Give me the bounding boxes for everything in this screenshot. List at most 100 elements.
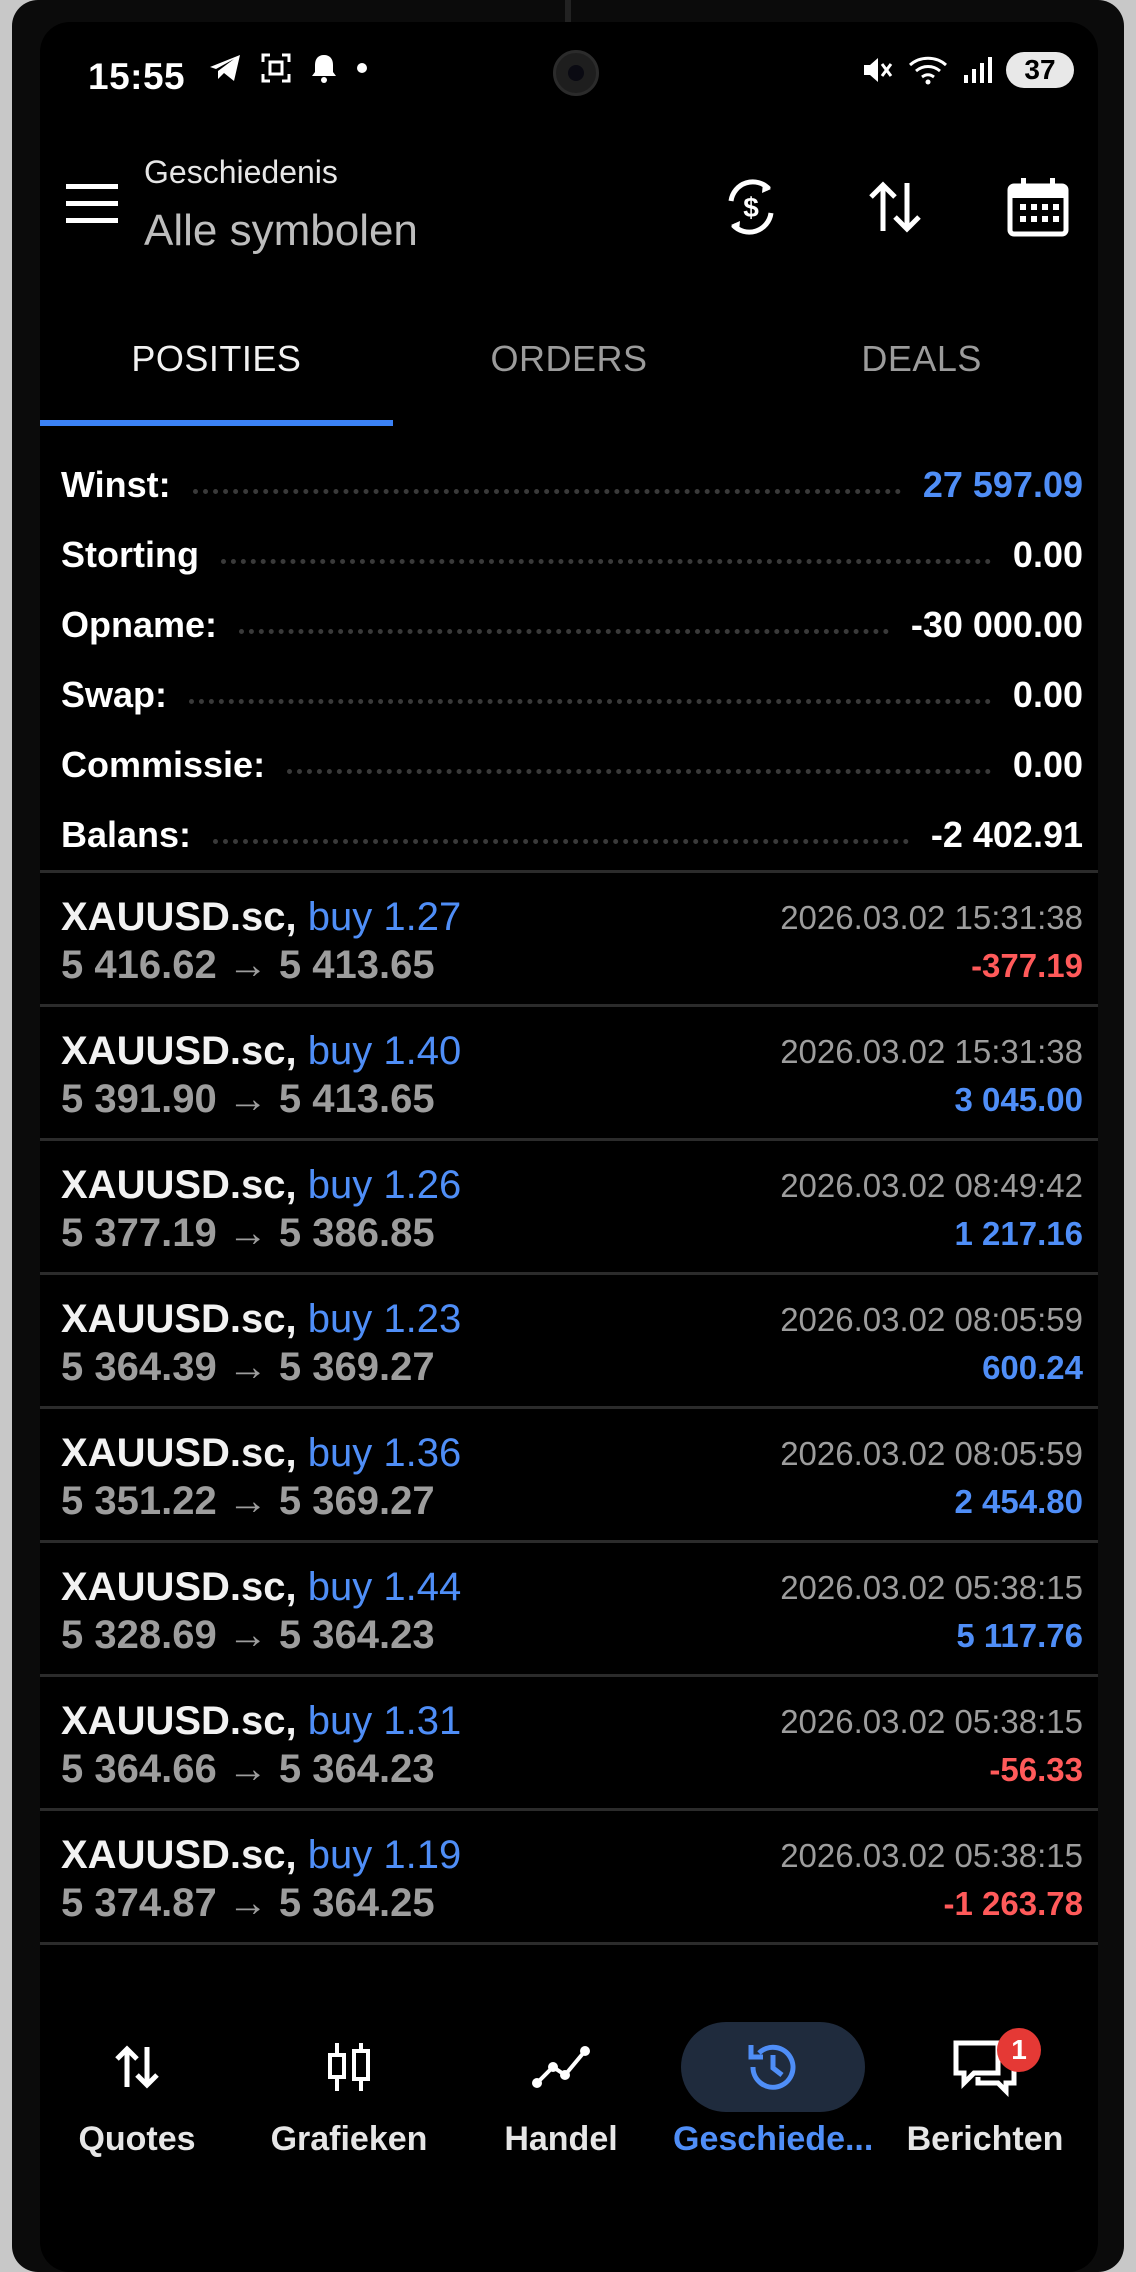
menu-icon[interactable] xyxy=(64,182,120,226)
dotted-leader xyxy=(213,838,909,844)
position-profit: 2 454.80 xyxy=(954,1483,1083,1520)
position-time: 2026.03.02 08:49:42 xyxy=(780,1167,1083,1204)
position-row[interactable]: XAUUSD.sc, buy 1.36 5 351.22 → 5 369.27 … xyxy=(40,1406,1098,1540)
summary-label: Swap: xyxy=(61,674,168,715)
calendar-icon xyxy=(1007,178,1069,237)
summary-value: 27 597.09 xyxy=(922,464,1083,505)
phone-frame: 15:55 37 Geschiedenis Alle symbolen $ PO… xyxy=(12,0,1124,2272)
position-row[interactable]: XAUUSD.sc, buy 1.40 5 391.90 → 5 413.65 … xyxy=(40,1004,1098,1138)
position-row-partial[interactable] xyxy=(40,1942,1098,1972)
dotted-leader xyxy=(189,698,991,704)
nav-label: Berichten xyxy=(906,2120,1064,2158)
signal-icon xyxy=(964,57,992,83)
bottom-navigation: Quotes Grafieken Handel Geschiede... 1 B… xyxy=(40,2012,1098,2212)
charts-icon xyxy=(328,2043,370,2091)
position-symbol: XAUUSD.sc, buy 1.40 xyxy=(61,1029,461,1074)
position-prices: 5 391.90 → 5 413.65 xyxy=(61,1077,435,1121)
active-nav-pill xyxy=(681,2022,865,2112)
telegram-icon xyxy=(210,55,240,81)
position-prices: 5 364.66 → 5 364.23 xyxy=(61,1747,435,1791)
position-prices: 5 374.87 → 5 364.25 xyxy=(61,1881,435,1925)
symbol-name: XAUUSD.sc, xyxy=(61,1833,297,1877)
symbol-name: XAUUSD.sc, xyxy=(61,1431,297,1475)
nav-trade[interactable]: Handel xyxy=(461,2022,661,2159)
nav-messages[interactable]: 1 Berichten xyxy=(885,2022,1085,2159)
position-action: buy 1.26 xyxy=(307,1163,462,1207)
position-symbol: XAUUSD.sc, buy 1.26 xyxy=(61,1163,461,1208)
position-time: 2026.03.02 05:38:15 xyxy=(780,1703,1083,1740)
position-symbol: XAUUSD.sc, buy 1.36 xyxy=(61,1431,461,1476)
position-row[interactable]: XAUUSD.sc, buy 1.27 5 416.62 → 5 413.65 … xyxy=(40,870,1098,1004)
position-time: 2026.03.02 15:31:38 xyxy=(780,1033,1083,1070)
wifi-icon xyxy=(908,56,948,85)
currency-refresh-button[interactable]: $ xyxy=(716,172,786,242)
position-time: 2026.03.02 05:38:15 xyxy=(780,1569,1083,1606)
position-symbol: XAUUSD.sc, buy 1.23 xyxy=(61,1297,461,1342)
svg-text:$: $ xyxy=(743,192,759,223)
position-profit: 600.24 xyxy=(982,1349,1083,1386)
tab-orders[interactable]: ORDERS xyxy=(393,322,746,426)
symbol-name: XAUUSD.sc, xyxy=(61,1297,297,1341)
summary-row-profit: Winst: 27 597.09 xyxy=(40,450,1098,520)
antenna-line xyxy=(565,0,571,24)
currency-refresh-icon: $ xyxy=(728,179,774,235)
summary-row-swap: Swap: 0.00 xyxy=(40,660,1098,730)
nav-messages-icon-wrap: 1 xyxy=(885,2022,1085,2112)
nav-quotes[interactable]: Quotes xyxy=(40,2022,237,2159)
summary-label: Storting xyxy=(61,534,199,575)
tab-deals[interactable]: DEALS xyxy=(745,322,1098,426)
position-symbol: XAUUSD.sc, buy 1.44 xyxy=(61,1565,461,1610)
summary-value: 0.00 xyxy=(1012,674,1083,715)
summary-label: Commissie: xyxy=(61,744,266,785)
position-profit: -377.19 xyxy=(971,947,1083,984)
summary-row-commission: Commissie: 0.00 xyxy=(40,730,1098,800)
position-action: buy 1.36 xyxy=(307,1431,462,1475)
status-notification-icons xyxy=(208,52,368,84)
sort-icon xyxy=(869,181,921,233)
position-prices: 5 416.62 → 5 413.65 xyxy=(61,943,435,987)
tab-positions[interactable]: POSITIES xyxy=(40,322,393,426)
position-action: buy 1.40 xyxy=(307,1029,462,1073)
app-screen: 15:55 37 Geschiedenis Alle symbolen $ PO… xyxy=(40,22,1098,2272)
position-time: 2026.03.02 08:05:59 xyxy=(780,1301,1083,1338)
screenshot-icon xyxy=(261,53,291,83)
position-time: 2026.03.02 08:05:59 xyxy=(780,1435,1083,1472)
position-symbol: XAUUSD.sc, buy 1.31 xyxy=(61,1699,461,1744)
position-action: buy 1.27 xyxy=(307,895,462,939)
nav-trade-icon-wrap xyxy=(461,2022,661,2112)
position-row[interactable]: XAUUSD.sc, buy 1.31 5 364.66 → 5 364.23 … xyxy=(40,1674,1098,1808)
trade-icon xyxy=(532,2046,590,2088)
position-row[interactable]: XAUUSD.sc, buy 1.23 5 364.39 → 5 369.27 … xyxy=(40,1272,1098,1406)
sort-button[interactable] xyxy=(860,172,930,242)
bell-icon xyxy=(312,55,336,83)
summary-row-withdrawal: Opname: -30 000.00 xyxy=(40,590,1098,660)
dot-icon xyxy=(357,63,367,73)
symbol-name: XAUUSD.sc, xyxy=(61,1565,297,1609)
summary-row-balance: Balans: -2 402.91 xyxy=(40,800,1098,870)
summary-label: Balans: xyxy=(61,814,192,855)
position-row[interactable]: XAUUSD.sc, buy 1.19 5 374.87 → 5 364.25 … xyxy=(40,1808,1098,1942)
position-prices: 5 364.39 → 5 369.27 xyxy=(61,1345,435,1389)
nav-charts[interactable]: Grafieken xyxy=(249,2022,449,2159)
position-action: buy 1.44 xyxy=(307,1565,462,1609)
positions-list[interactable]: XAUUSD.sc, buy 1.27 5 416.62 → 5 413.65 … xyxy=(40,870,1098,2000)
position-row[interactable]: XAUUSD.sc, buy 1.44 5 328.69 → 5 364.23 … xyxy=(40,1540,1098,1674)
nav-quotes-icon-wrap xyxy=(40,2022,237,2112)
battery-indicator: 37 xyxy=(1006,52,1074,88)
position-symbol: XAUUSD.sc, buy 1.19 xyxy=(61,1833,461,1878)
position-action: buy 1.23 xyxy=(307,1297,462,1341)
position-row[interactable]: XAUUSD.sc, buy 1.26 5 377.19 → 5 386.85 … xyxy=(40,1138,1098,1272)
header-subtitle: Geschiedenis xyxy=(144,154,338,190)
symbol-filter[interactable]: Alle symbolen xyxy=(144,206,418,256)
history-tabs: POSITIES ORDERS DEALS xyxy=(40,322,1098,426)
position-profit: 3 045.00 xyxy=(954,1081,1083,1118)
calendar-button[interactable] xyxy=(1003,172,1073,242)
status-system-icons: 37 xyxy=(860,52,1074,88)
symbol-name: XAUUSD.sc, xyxy=(61,1699,297,1743)
position-time: 2026.03.02 05:38:15 xyxy=(780,1837,1083,1874)
summary-value: -30 000.00 xyxy=(910,604,1083,645)
nav-history[interactable]: Geschiede... xyxy=(673,2022,873,2159)
nav-charts-icon-wrap xyxy=(249,2022,449,2112)
position-prices: 5 351.22 → 5 369.27 xyxy=(61,1479,435,1523)
dotted-leader xyxy=(192,488,901,494)
